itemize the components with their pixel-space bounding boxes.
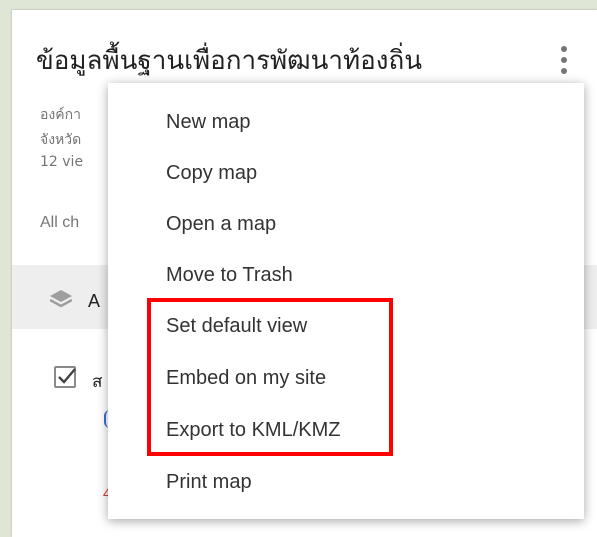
map-description-line-2: จังหวัด <box>40 132 82 148</box>
map-description-line-1: องค์กา <box>40 107 81 123</box>
menu-item-move-to-trash[interactable]: Move to Trash <box>166 260 293 290</box>
checkbox-checked-icon <box>58 368 76 384</box>
menu-item-copy-map[interactable]: Copy map <box>166 158 257 188</box>
menu-item-set-default-view[interactable]: Set default view <box>166 311 307 341</box>
layer-name[interactable]: ส <box>92 368 102 395</box>
menu-item-print-map[interactable]: Print map <box>166 467 252 497</box>
map-options-menu: New map Copy map Open a map Move to Tras… <box>108 83 584 519</box>
menu-item-embed-on-site[interactable]: Embed on my site <box>166 363 326 393</box>
menu-item-new-map[interactable]: New map <box>166 107 250 137</box>
map-views-count: 12 vie <box>40 154 84 170</box>
layers-icon <box>50 290 72 308</box>
menu-item-open-map[interactable]: Open a map <box>166 209 276 239</box>
more-options-icon[interactable] <box>555 44 573 78</box>
all-changes-status: All ch <box>40 214 80 231</box>
layer-visibility-checkbox[interactable] <box>54 366 76 388</box>
menu-item-export-kml[interactable]: Export to KML/KMZ <box>166 415 341 445</box>
map-background-left <box>0 0 12 537</box>
map-background-top <box>0 0 597 10</box>
map-title[interactable]: ข้อมูลพื้นฐานเพื่อการพัฒนาท้องถิ่น <box>36 40 422 81</box>
base-layer-label: A <box>88 291 101 311</box>
